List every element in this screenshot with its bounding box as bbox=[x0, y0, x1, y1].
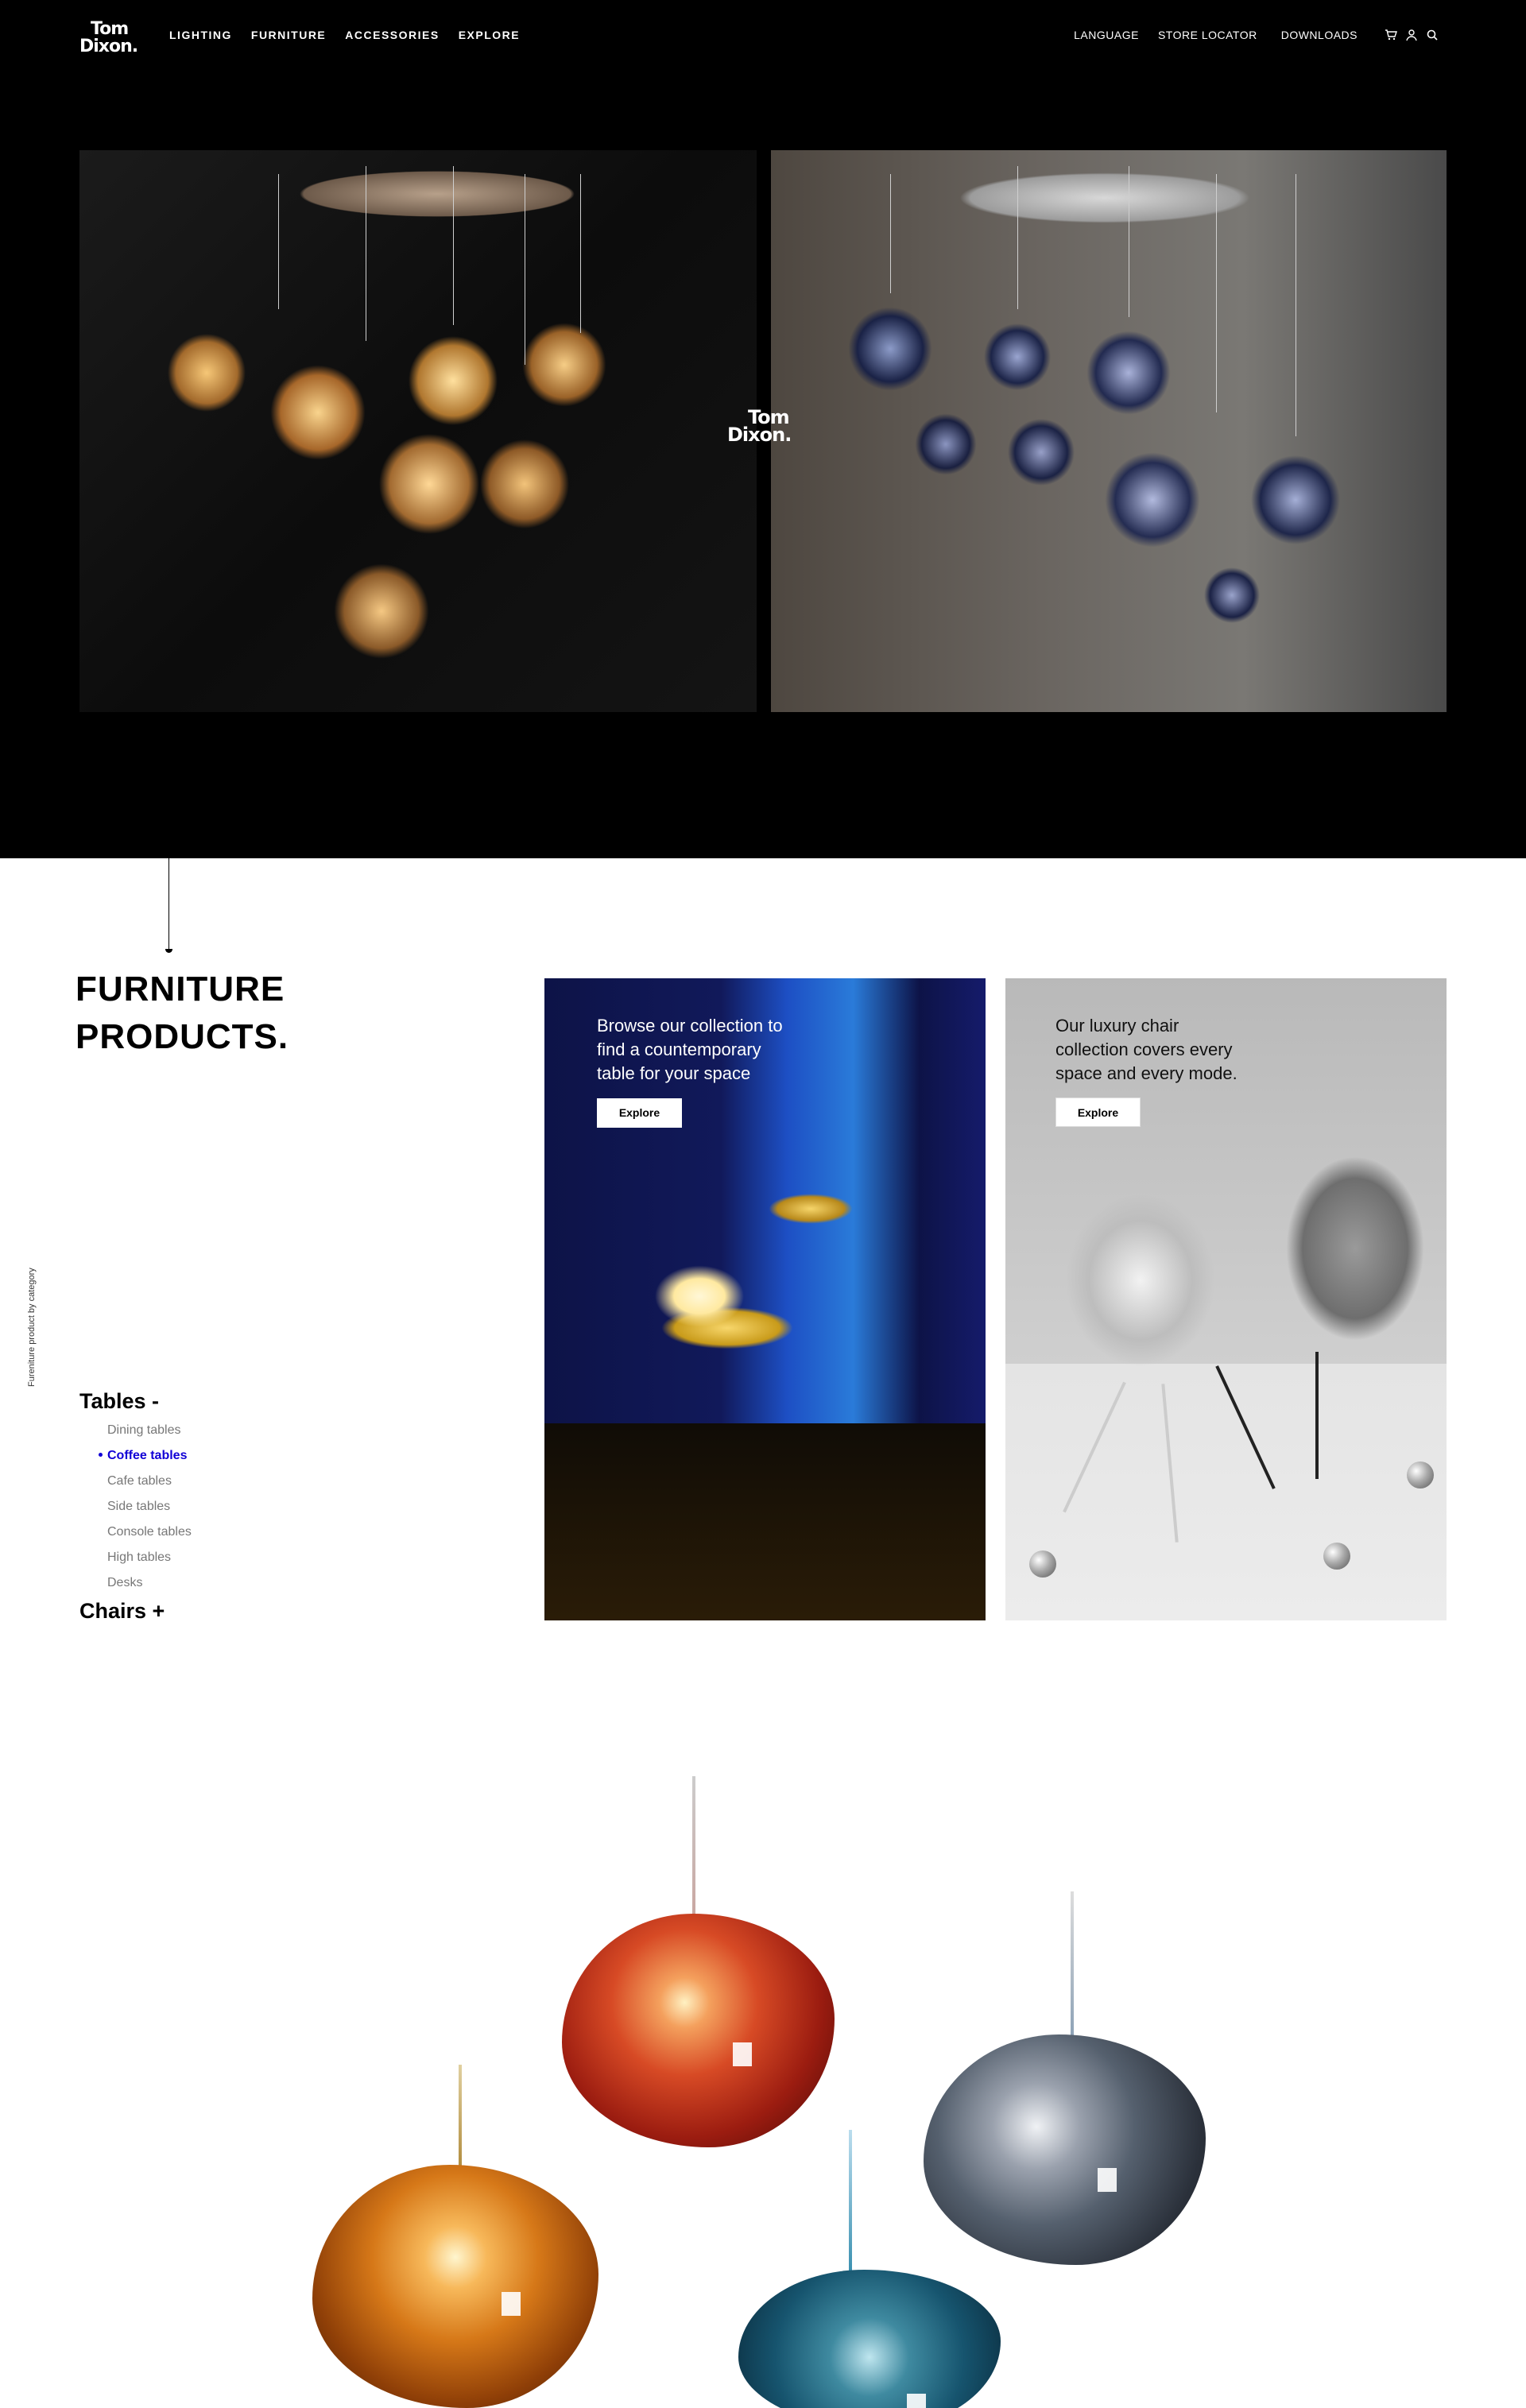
nav-language[interactable]: LANGUAGE bbox=[1074, 29, 1139, 41]
nav-explore[interactable]: EXPLORE bbox=[459, 29, 520, 41]
nav-lighting[interactable]: LIGHTING bbox=[169, 29, 232, 41]
category-chairs[interactable]: Chairs + bbox=[79, 1599, 165, 1624]
chair-leg bbox=[1161, 1384, 1179, 1543]
melt-lamp-copper[interactable] bbox=[562, 1914, 835, 2147]
side-category-label: Fureniture product by category bbox=[27, 1268, 37, 1387]
subcategory-dining-tables[interactable]: Dining tables bbox=[107, 1423, 192, 1448]
melt-lamp-gold[interactable] bbox=[312, 2165, 598, 2408]
pendant-cord bbox=[1216, 174, 1217, 412]
pendant-cord bbox=[890, 174, 891, 293]
chair-leg bbox=[1215, 1365, 1276, 1489]
hero-logo-line2: Dixon. bbox=[727, 424, 792, 446]
chair-leg bbox=[1315, 1352, 1319, 1479]
logo-line1: Tom bbox=[91, 19, 129, 39]
secondary-nav: LANGUAGE STORE LOCATOR DOWNLOADS bbox=[1074, 29, 1439, 41]
subcategory-high-tables[interactable]: High tables bbox=[107, 1550, 192, 1575]
cart-icon[interactable] bbox=[1385, 29, 1397, 41]
nav-accessories[interactable]: ACCESSORIES bbox=[345, 29, 439, 41]
tables-promo-text: Browse our collection to find a countemp… bbox=[597, 1016, 783, 1083]
hero-image-cut-pendants[interactable] bbox=[79, 150, 757, 712]
header-icons bbox=[1385, 29, 1439, 41]
melt-lamp-blue[interactable] bbox=[738, 2270, 1001, 2408]
hero-section: Tom Dixon. LIGHTING FURNITURE ACCESSORIE… bbox=[0, 0, 1526, 858]
section-title-line1: FURNITURE bbox=[76, 970, 285, 1008]
pendant-cord bbox=[278, 174, 279, 309]
brand-logo[interactable]: Tom Dixon. bbox=[79, 21, 140, 56]
melt-lamp-smoke[interactable] bbox=[924, 2034, 1206, 2265]
chrome-ball bbox=[1407, 1461, 1434, 1489]
subcategory-list: Dining tables Coffee tables Cafe tables … bbox=[99, 1423, 192, 1601]
chrome-ball bbox=[1029, 1550, 1056, 1578]
section-title: FURNITURE PRODUCTS. bbox=[76, 966, 289, 1061]
lamp-cord bbox=[692, 1776, 695, 1919]
chrome-ball bbox=[1323, 1543, 1350, 1570]
search-icon[interactable] bbox=[1426, 29, 1439, 41]
pendant-cord bbox=[580, 174, 581, 333]
plumb-line bbox=[168, 858, 169, 952]
chairs-explore-button[interactable]: Explore bbox=[1055, 1098, 1141, 1127]
nav-store-locator[interactable]: STORE LOCATOR bbox=[1158, 29, 1257, 41]
tables-explore-button[interactable]: Explore bbox=[597, 1098, 682, 1128]
subcategory-console-tables[interactable]: Console tables bbox=[107, 1524, 192, 1550]
chairs-promo-card[interactable]: Our luxury chair collection covers every… bbox=[1005, 978, 1447, 1620]
category-tables[interactable]: Tables - bbox=[79, 1389, 159, 1414]
chairs-promo-text: Our luxury chair collection covers every… bbox=[1055, 1016, 1237, 1083]
tables-promo-card[interactable]: Browse our collection to find a countemp… bbox=[544, 978, 986, 1620]
nav-furniture[interactable]: FURNITURE bbox=[251, 29, 326, 41]
chair-leg bbox=[1063, 1381, 1126, 1513]
lamp-cord bbox=[459, 2065, 462, 2172]
subcategory-side-tables[interactable]: Side tables bbox=[107, 1499, 192, 1524]
subcategory-desks[interactable]: Desks bbox=[107, 1575, 192, 1601]
plumb-weight bbox=[165, 949, 172, 953]
lamp-cord bbox=[1071, 1891, 1074, 2042]
hero-image-melt-pendants[interactable] bbox=[771, 150, 1447, 712]
subcategory-coffee-tables[interactable]: Coffee tables bbox=[99, 1448, 192, 1473]
subcategory-cafe-tables[interactable]: Cafe tables bbox=[107, 1473, 192, 1499]
primary-nav: LIGHTING FURNITURE ACCESSORIES EXPLORE bbox=[169, 29, 520, 41]
logo-line2: Dixon. bbox=[79, 37, 138, 56]
nav-downloads[interactable]: DOWNLOADS bbox=[1281, 29, 1358, 41]
section-title-line2: PRODUCTS. bbox=[76, 1017, 289, 1056]
user-icon[interactable] bbox=[1405, 29, 1418, 41]
pendant-cord bbox=[453, 166, 454, 325]
pendant-cord bbox=[1017, 166, 1018, 309]
lamp-label bbox=[502, 2292, 521, 2316]
hero-center-logo: Tom Dixon. bbox=[727, 408, 799, 446]
lamp-label bbox=[733, 2042, 752, 2066]
lamp-label bbox=[1098, 2168, 1117, 2192]
lamp-label bbox=[907, 2394, 926, 2408]
lamp-cord bbox=[849, 2130, 852, 2273]
